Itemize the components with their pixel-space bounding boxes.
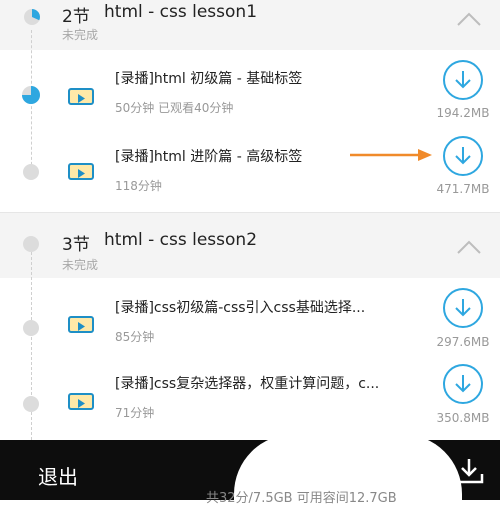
lesson-progress-icon [22, 86, 40, 104]
exit-button[interactable]: 退出 [38, 461, 78, 490]
section-3-progress-icon [23, 236, 39, 252]
download-button[interactable] [443, 364, 483, 404]
file-size: 471.7MB [436, 182, 490, 196]
annotation-arrow-icon [350, 149, 432, 161]
download-button[interactable] [443, 288, 483, 328]
lesson-progress-icon [23, 164, 39, 180]
section-3-title: html - css lesson2 [104, 230, 258, 250]
download-button[interactable] [443, 136, 483, 176]
video-play-icon [68, 88, 94, 105]
download-icon [455, 299, 471, 317]
file-size: 350.8MB [436, 411, 490, 425]
storage-info: 共32分/7.5GB 可用容间12.7GB [206, 491, 397, 506]
video-play-icon [68, 393, 94, 410]
section-2-status: 未完成 [62, 28, 99, 42]
lesson-meta: 85分钟 [115, 330, 155, 344]
chevron-up-icon[interactable] [455, 10, 483, 28]
lesson-progress-icon [23, 396, 39, 412]
download-icon [455, 375, 471, 393]
lesson-meta: 50分钟 已观看40分钟 [115, 101, 234, 115]
lesson-meta: 71分钟 [115, 406, 155, 420]
download-icon [455, 71, 471, 89]
lesson-title[interactable]: [录播]html 初级篇 - 基础标签 [115, 68, 425, 88]
section-2-title: html - css lesson1 [104, 2, 258, 22]
lesson-progress-icon [23, 320, 39, 336]
download-tray-icon[interactable] [452, 456, 486, 486]
video-play-icon [68, 316, 94, 333]
section-3-number: 3节 [62, 235, 90, 255]
section-3-status: 未完成 [62, 258, 99, 272]
section-2-progress-icon [24, 9, 40, 25]
file-size: 194.2MB [436, 106, 490, 120]
file-size: 297.6MB [436, 335, 490, 349]
lesson-meta: 118分钟 [115, 179, 162, 193]
chevron-up-icon[interactable] [455, 238, 483, 256]
video-play-icon [68, 163, 94, 180]
download-icon [455, 147, 471, 165]
lesson-title[interactable]: [录播]css复杂选择器，权重计算问题，c... [115, 373, 425, 393]
lesson-title[interactable]: [录播]css初级篇-css引入css基础选择... [115, 297, 425, 317]
section-2-number: 2节 [62, 7, 90, 27]
download-button[interactable] [443, 60, 483, 100]
